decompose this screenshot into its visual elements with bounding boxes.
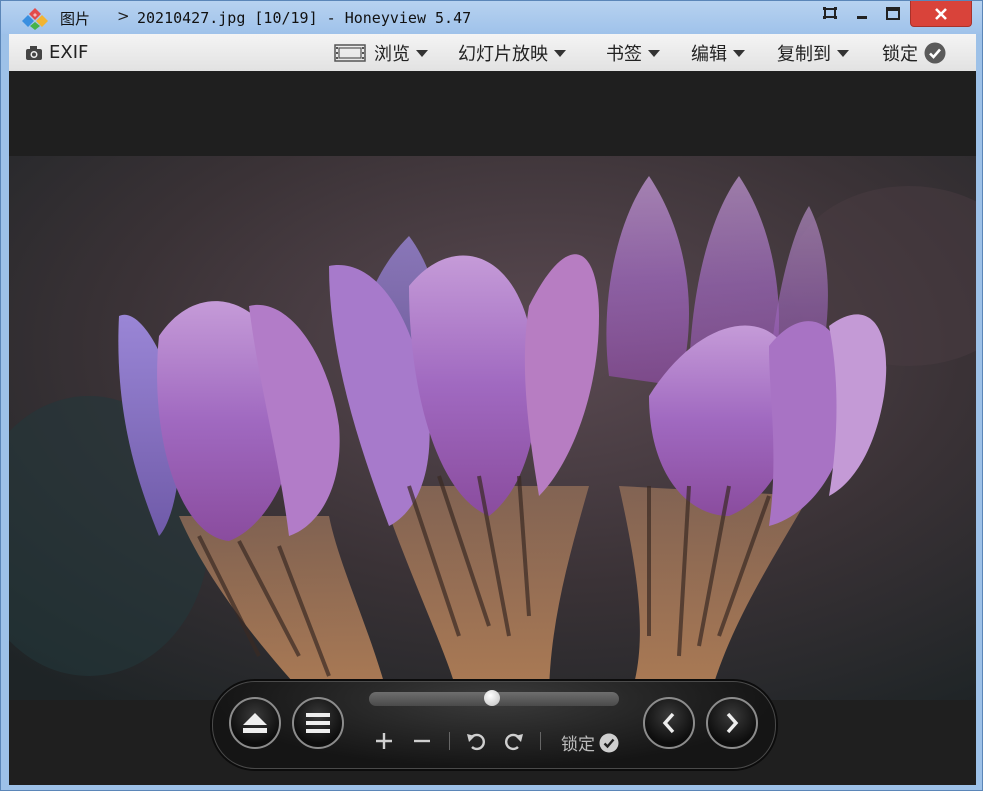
exif-label: EXIF: [49, 42, 89, 63]
separator: [449, 732, 450, 750]
title-folder-label: 图片: [60, 10, 91, 28]
slideshow-menu[interactable]: 幻灯片放映: [458, 34, 566, 71]
edit-label: 编辑: [691, 43, 727, 65]
image-viewer[interactable]: 锁定: [9, 71, 976, 785]
caret-down-icon: [733, 50, 745, 57]
slideshow-label: 幻灯片放映: [458, 43, 548, 65]
control-bar: 锁定: [212, 681, 776, 769]
next-button[interactable]: [706, 697, 758, 749]
rotate-left-icon: [467, 733, 485, 751]
separator: [540, 732, 541, 750]
maximize-button[interactable]: [879, 1, 907, 25]
lock-toggle[interactable]: 锁定: [882, 34, 946, 71]
lock-label-bottom: 锁定: [561, 735, 595, 755]
close-button[interactable]: [910, 1, 972, 27]
eject-icon: [243, 713, 267, 733]
fullscreen-button[interactable]: [816, 1, 844, 25]
rotate-right-button[interactable]: [501, 728, 527, 754]
zoom-slider[interactable]: [369, 690, 619, 706]
menu-button[interactable]: [292, 697, 344, 749]
bookmark-label: 书签: [606, 43, 642, 65]
camera-icon: [26, 45, 42, 60]
bookmark-menu[interactable]: 书签: [606, 34, 660, 71]
eject-button[interactable]: [229, 697, 281, 749]
lock-toggle-bottom[interactable]: 锁定: [561, 730, 619, 755]
app-window: 图片 > 20210427.jpg [10/19] - Honeyview 5.…: [0, 0, 983, 791]
toolbar: EXIF 浏览 幻灯片放映 书签 编辑 复制到 锁定: [9, 34, 976, 72]
title-bar[interactable]: 图片 > 20210427.jpg [10/19] - Honeyview 5.…: [1, 1, 982, 34]
window-title: 20210427.jpg [10/19] - Honeyview 5.47: [137, 9, 472, 27]
menu-icon: [306, 713, 330, 733]
check-circle-icon: [924, 42, 946, 63]
slider-knob[interactable]: [483, 690, 500, 706]
browse-menu[interactable]: 浏览: [334, 34, 428, 71]
zoom-in-icon: [376, 733, 392, 749]
previous-button[interactable]: [643, 697, 695, 749]
minimize-icon: [857, 16, 867, 19]
browse-label: 浏览: [374, 43, 410, 65]
caret-down-icon: [416, 50, 428, 57]
next-icon: [726, 712, 739, 734]
copyto-label: 复制到: [777, 43, 831, 65]
restore-icon: [823, 7, 837, 19]
maximize-icon: [886, 6, 900, 20]
zoom-in-button[interactable]: [371, 728, 397, 754]
app-logo-icon: [22, 8, 48, 30]
previous-icon: [662, 712, 675, 734]
photo-image: [9, 156, 976, 700]
caret-down-icon: [554, 50, 566, 57]
zoom-out-button[interactable]: [409, 728, 435, 754]
rotate-right-icon: [505, 733, 523, 751]
zoom-out-icon: [414, 739, 430, 743]
check-circle-icon: [599, 733, 619, 752]
edit-menu[interactable]: 编辑: [691, 34, 745, 71]
lock-label: 锁定: [882, 43, 918, 65]
exif-button[interactable]: EXIF: [25, 34, 88, 71]
caret-down-icon: [648, 50, 660, 57]
rotate-left-button[interactable]: [463, 728, 489, 754]
copyto-menu[interactable]: 复制到: [777, 34, 849, 71]
minimize-button[interactable]: [849, 1, 875, 25]
close-icon: [935, 7, 947, 20]
title-separator: >: [117, 7, 130, 25]
film-icon: [334, 43, 366, 62]
caret-down-icon: [837, 50, 849, 57]
